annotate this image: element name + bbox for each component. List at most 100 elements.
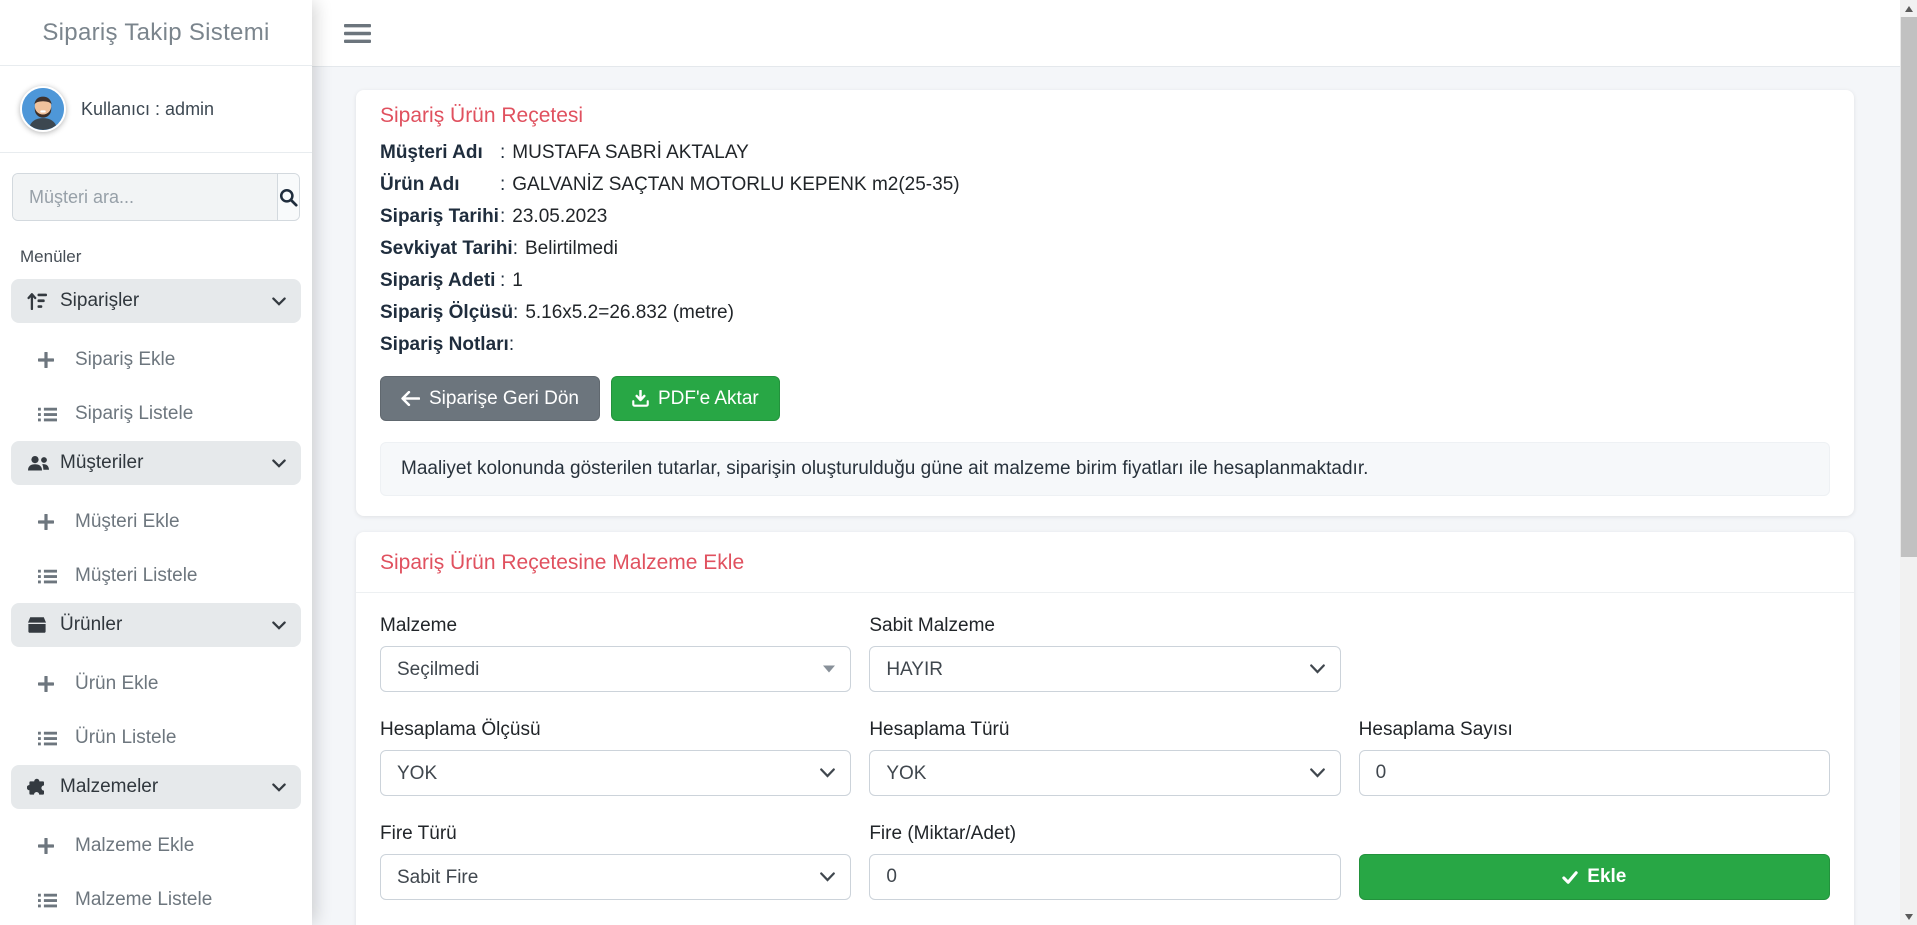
top-navbar: [312, 0, 1900, 67]
fire-miktar-input[interactable]: [869, 854, 1341, 900]
plus-icon: [38, 514, 60, 530]
detail-label: Sevkiyat Tarihi: [380, 238, 513, 259]
avatar-image: [22, 88, 64, 130]
colon: :: [500, 174, 506, 195]
avatar: [20, 86, 66, 132]
sort-amount-icon: [27, 292, 51, 310]
detail-row-siparis-adeti: Sipariş Adeti: 1: [380, 265, 1830, 297]
plus-icon: [38, 676, 60, 692]
sidebar-toggle-button[interactable]: [340, 19, 375, 48]
fire-turu-label: Fire Türü: [380, 823, 457, 844]
list-icon: [38, 407, 60, 422]
field-fire-turu: Fire Türü Sabit Fire: [380, 823, 852, 900]
field-sabit-malzeme: Sabit Malzeme HAYIR: [869, 615, 1341, 692]
add-material-card-title: Sipariş Ürün Reçetesine Malzeme Ekle: [380, 551, 745, 574]
field-hesaplama-turu: Hesaplama Türü YOK: [869, 719, 1341, 796]
sidebar-item-label: Müşteriler: [60, 452, 144, 473]
arrow-left-icon: [401, 391, 420, 406]
menu-section-label: Menüler: [20, 247, 82, 266]
detail-label: Ürün Adı: [380, 174, 460, 195]
hesaplama-olcusu-select[interactable]: YOK: [380, 750, 852, 796]
plus-icon: [38, 838, 60, 854]
fire-miktar-label: Fire (Miktar/Adet): [869, 823, 1017, 844]
scrollbar-thumb[interactable]: [1900, 17, 1917, 557]
page-scrollbar[interactable]: [1900, 0, 1917, 925]
add-material-button[interactable]: Ekle: [1358, 854, 1830, 900]
list-icon: [38, 893, 60, 908]
search-button[interactable]: [277, 174, 299, 220]
add-button-label: Ekle: [1587, 866, 1627, 887]
scrollbar-down-arrow[interactable]: [1900, 908, 1917, 925]
fire-turu-select[interactable]: Sabit Fire: [380, 854, 852, 900]
back-to-order-button[interactable]: Siparişe Geri Dön: [380, 376, 600, 421]
sidebar-item-musteri-ekle[interactable]: Müşteri Ekle: [0, 495, 312, 549]
users-icon: [27, 455, 51, 472]
detail-value: 23.05.2023: [512, 206, 608, 227]
user-label: Kullanıcı : admin: [81, 98, 215, 119]
chevron-down-icon: [272, 782, 286, 792]
sidebar-item-siparis-listele[interactable]: Sipariş Listele: [0, 387, 312, 441]
export-pdf-button[interactable]: PDF'e Aktar: [610, 376, 780, 421]
sidebar-item-malzeme-ekle[interactable]: Malzeme Ekle: [0, 819, 312, 873]
sidebar-item-label: Siparişler: [60, 290, 140, 311]
detail-value: 5.16x5.2=26.832 (metre): [525, 302, 734, 323]
recipe-actions: Siparişe Geri Dön PDF'e Aktar: [380, 376, 1830, 421]
colon: :: [500, 142, 506, 163]
recipe-card-title: Sipariş Ürün Reçetesi: [380, 104, 584, 127]
detail-row-sevkiyat-tarihi: Sevkiyat Tarihi: Belirtilmedi: [380, 233, 1830, 265]
detail-value: MUSTAFA SABRİ AKTALAY: [512, 142, 749, 163]
field-malzeme: Malzeme Seçilmedi: [380, 615, 852, 692]
detail-value: GALVANİZ SAÇTAN MOTORLU KEPENK m2(25-35): [512, 174, 960, 195]
colon: :: [512, 238, 518, 259]
field-hesaplama-sayisi: Hesaplama Sayısı: [1358, 719, 1830, 796]
field-hesaplama-olcusu: Hesaplama Ölçüsü YOK: [380, 719, 852, 796]
scrollbar-up-arrow[interactable]: [1900, 0, 1917, 17]
sidebar-item-urun-listele[interactable]: Ürün Listele: [0, 711, 312, 765]
colon: :: [508, 334, 515, 355]
detail-value: Belirtilmedi: [525, 238, 618, 259]
search-input[interactable]: [13, 174, 277, 220]
sidebar-item-label: Sipariş Ekle: [75, 349, 176, 370]
sidebar-item-label: Müşteri Ekle: [75, 511, 180, 532]
sidebar-item-urun-ekle[interactable]: Ürün Ekle: [0, 657, 312, 711]
hesaplama-sayisi-input[interactable]: [1358, 750, 1830, 796]
detail-label: Sipariş Tarihi: [380, 206, 499, 227]
hamburger-icon: [344, 23, 371, 43]
sidebar-item-label: Ürünler: [60, 614, 123, 635]
sidebar-item-musteri-listele[interactable]: Müşteri Listele: [0, 549, 312, 603]
customer-search: [0, 153, 312, 221]
sabit-malzeme-label: Sabit Malzeme: [869, 615, 995, 636]
add-material-form: Malzeme Seçilmedi Sabit Malzeme HAYIR He…: [356, 593, 1854, 925]
check-icon: [1562, 870, 1578, 884]
detail-label: Müşteri Adı: [380, 142, 483, 163]
search-icon: [279, 188, 298, 207]
user-panel: Kullanıcı : admin: [0, 66, 312, 153]
colon: :: [513, 302, 519, 323]
sidebar-item-malzemeler[interactable]: Malzemeler: [11, 765, 301, 809]
sidebar-item-siparisler[interactable]: Siparişler: [11, 279, 301, 323]
detail-label: Sipariş Ölçüsü: [380, 302, 514, 323]
sidebar-item-urunler[interactable]: Ürünler: [11, 603, 301, 647]
sidebar-item-siparis-ekle[interactable]: Sipariş Ekle: [0, 333, 312, 387]
main-content: Sipariş Ürün Reçetesi Müşteri Adı: MUSTA…: [312, 67, 1900, 925]
malzeme-select[interactable]: Seçilmedi: [380, 646, 852, 692]
hesaplama-turu-select[interactable]: YOK: [869, 750, 1341, 796]
colon: :: [500, 206, 506, 227]
chevron-down-icon: [272, 458, 286, 468]
detail-row-musteri-adi: Müşteri Adı: MUSTAFA SABRİ AKTALAY: [380, 137, 1830, 169]
puzzle-icon: [27, 778, 51, 797]
sidebar-item-label: Ürün Listele: [75, 727, 177, 748]
box-icon: [27, 616, 51, 634]
sabit-malzeme-select[interactable]: HAYIR: [869, 646, 1341, 692]
detail-label: Sipariş Notları: [380, 334, 509, 355]
sidebar-item-label: Müşteri Listele: [75, 565, 198, 586]
detail-row-urun-adi: Ürün Adı: GALVANİZ SAÇTAN MOTORLU KEPENK…: [380, 169, 1830, 201]
detail-row-siparis-olcusu: Sipariş Ölçüsü: 5.16x5.2=26.832 (metre): [380, 297, 1830, 329]
list-icon: [38, 569, 60, 584]
sidebar-item-malzeme-listele[interactable]: Malzeme Listele: [0, 873, 312, 925]
add-material-card: Sipariş Ürün Reçetesine Malzeme Ekle Mal…: [356, 532, 1854, 925]
app-title: Sipariş Takip Sistemi: [0, 0, 312, 66]
chevron-down-icon: [272, 620, 286, 630]
sidebar-item-musteriler[interactable]: Müşteriler: [11, 441, 301, 485]
